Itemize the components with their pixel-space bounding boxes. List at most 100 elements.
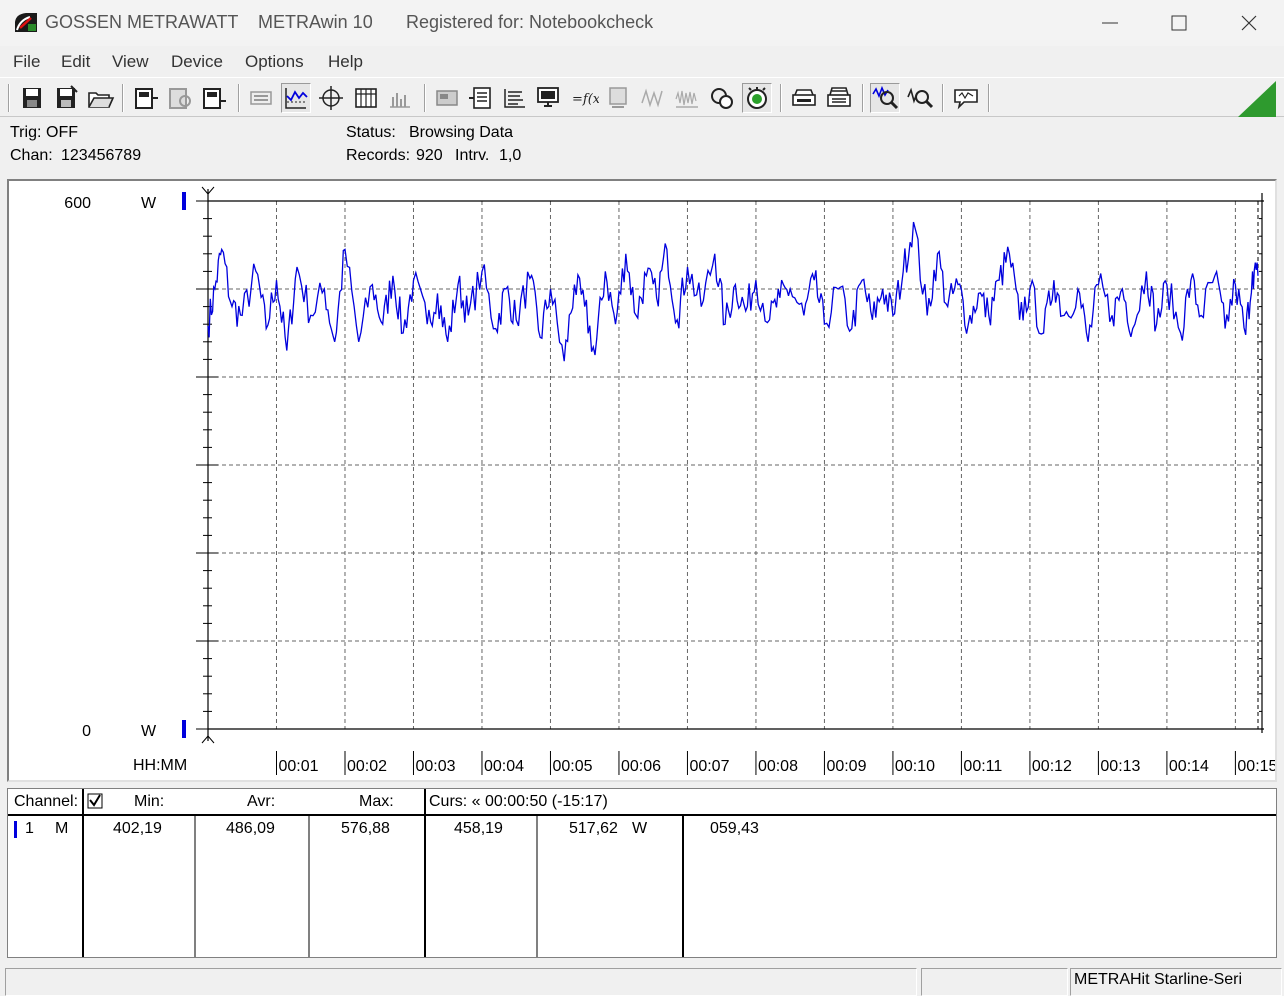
save-as-disk-icon [57,85,78,108]
timer-icon [747,87,767,109]
transfer-button[interactable] [466,83,496,113]
menu-help[interactable]: Help [328,52,363,72]
maximize-button[interactable] [1144,0,1214,46]
crosshair-button[interactable] [316,83,346,113]
channel-min-marker[interactable] [182,720,186,738]
toolbar-separator [8,84,10,112]
menu-bar: File Edit View Device Options Help [0,46,1284,76]
close-button[interactable] [1214,0,1284,46]
memory-button[interactable] [432,83,462,113]
menu-file[interactable]: File [13,52,40,72]
header-max: Max: [359,793,394,810]
interval-value: 1,0 [499,147,522,164]
menu-options[interactable]: Options [245,52,304,72]
wave-icon [641,88,663,108]
graph-view-button[interactable] [281,83,311,113]
records-value: 920 [416,147,443,164]
status-device-text: METRAHit Starline-Seri [1074,971,1243,988]
svg-text:=f(x): =f(x) [572,92,599,107]
x-tick-label: 00:13 [1100,758,1140,775]
x-tick-label: 00:03 [415,758,455,775]
refresh-button[interactable] [707,83,737,113]
print-icon [792,89,816,106]
x-tick-label: 00:04 [484,758,524,775]
transfer-icon [469,87,491,109]
formula-icon: =f(x) [572,92,605,107]
zoom-out-button[interactable] [905,83,935,113]
channel-color-marker [14,821,17,838]
toolbar-separator [424,84,426,112]
minimize-icon [1102,22,1118,24]
print-preview-button[interactable] [246,83,276,113]
y-axis-min-unit: W [141,723,157,740]
timer-button[interactable] [742,83,772,113]
print-all-icon [827,87,851,107]
trig-value: OFF [46,124,78,141]
menu-device[interactable]: Device [171,52,223,72]
noise-button[interactable] [672,83,702,113]
menu-view[interactable]: View [112,52,149,72]
device-write-icon [203,88,226,109]
bar-view-button[interactable] [385,83,415,113]
comment-button[interactable] [951,83,981,113]
row-unit: W [632,820,648,837]
y-axis-max-label: 600 [64,195,91,212]
x-tick-label: 00:07 [689,758,729,775]
y-axis-min-label: 0 [82,723,91,740]
brand-title: GOSSEN METRAWATT [45,12,239,32]
protocol-icon [504,89,525,108]
table-view-icon [355,88,377,108]
device-read-button[interactable] [131,83,161,113]
bar-view-icon [390,93,410,108]
channel-max-marker[interactable] [182,192,186,210]
monitor-icon [537,87,559,107]
row-min: 402,19 [113,820,162,837]
status-label: Status: [346,124,396,141]
protocol-button[interactable] [500,83,530,113]
registration-title: Registered for: Notebookcheck [406,12,654,32]
noise-icon [675,90,698,108]
print-all-button[interactable] [824,83,854,113]
x-tick-label: 00:12 [1032,758,1072,775]
formula-button[interactable]: =f(x) [569,83,605,113]
x-tick-label: 00:02 [347,758,387,775]
meter-button[interactable] [604,83,634,113]
memory-icon [436,90,458,106]
open-folder-icon [88,92,115,108]
open-button[interactable] [85,83,115,113]
comment-icon [954,89,978,110]
x-tick-label: 00:01 [278,758,318,775]
toolbar-separator [780,84,782,112]
power-chart[interactable]: 600 W 0 W HH:MM 00:01 00:02 00:03 00:04 00:0… [9,181,1275,780]
close-icon [1241,15,1257,31]
x-tick-label: 00:10 [895,758,935,775]
x-tick-label: 00:06 [621,758,661,775]
meter-icon [609,87,627,108]
x-tick-label: 00:15 [1237,758,1275,775]
save-button[interactable] [17,83,47,113]
toolbar-separator [862,84,864,112]
print-button[interactable] [789,83,819,113]
toolbar-separator [238,84,240,112]
channel-table: Channel: Min: Avr: Max: Curs: « 00:00:50… [7,788,1277,958]
save-as-button[interactable] [51,83,81,113]
monitor-button[interactable] [534,83,564,113]
device-settings-button[interactable] [165,83,195,113]
zoom-in-button[interactable] [870,83,900,113]
toolbar: =f(x) [0,77,1284,117]
device-write-button[interactable] [199,83,229,113]
x-tick-label: 00:11 [963,758,1002,775]
menu-edit[interactable]: Edit [61,52,90,72]
chart-panel[interactable]: 600 W 0 W HH:MM 00:01 00:02 00:03 00:04 00:0… [7,179,1277,782]
zoom-in-icon [872,85,899,110]
minimize-button[interactable] [1074,0,1144,46]
graph-view-icon [285,88,308,109]
status-value: Browsing Data [409,124,514,141]
app-window: GOSSEN METRAWATT METRAwin 10 Registered … [0,0,1284,996]
wave-button[interactable] [638,83,668,113]
row-value3: 059,43 [710,820,759,837]
table-view-button[interactable] [351,83,381,113]
app-title: METRAwin 10 [258,12,373,32]
x-tick-label: 00:09 [826,758,866,775]
toolbar-separator [122,84,124,112]
